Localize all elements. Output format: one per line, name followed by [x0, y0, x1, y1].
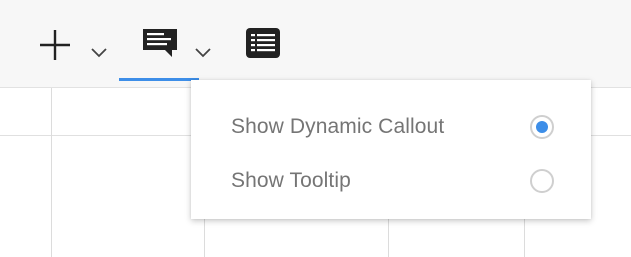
active-tab-indicator [119, 78, 199, 81]
chevron-down-icon [91, 48, 107, 58]
callout-button[interactable] [142, 28, 178, 58]
table-list-icon [246, 28, 280, 58]
toolbar [0, 0, 631, 88]
callout-options-menu: Show Dynamic Callout Show Tooltip [191, 80, 591, 219]
table-list-button[interactable] [246, 28, 280, 58]
add-button[interactable] [38, 28, 72, 62]
option-label: Show Tooltip [231, 169, 351, 192]
radio-button-selected[interactable] [530, 115, 554, 139]
chevron-down-icon [195, 48, 211, 58]
option-show-tooltip[interactable]: Show Tooltip [191, 155, 591, 207]
add-dropdown-button[interactable] [90, 46, 108, 58]
callout-dropdown-button[interactable] [194, 46, 212, 58]
grid-column-divider [51, 88, 52, 257]
option-show-dynamic-callout[interactable]: Show Dynamic Callout [191, 101, 591, 153]
option-label: Show Dynamic Callout [231, 115, 445, 138]
callout-icon [143, 29, 177, 57]
radio-dot [536, 121, 548, 133]
plus-icon [40, 30, 70, 60]
radio-button[interactable] [530, 169, 554, 193]
